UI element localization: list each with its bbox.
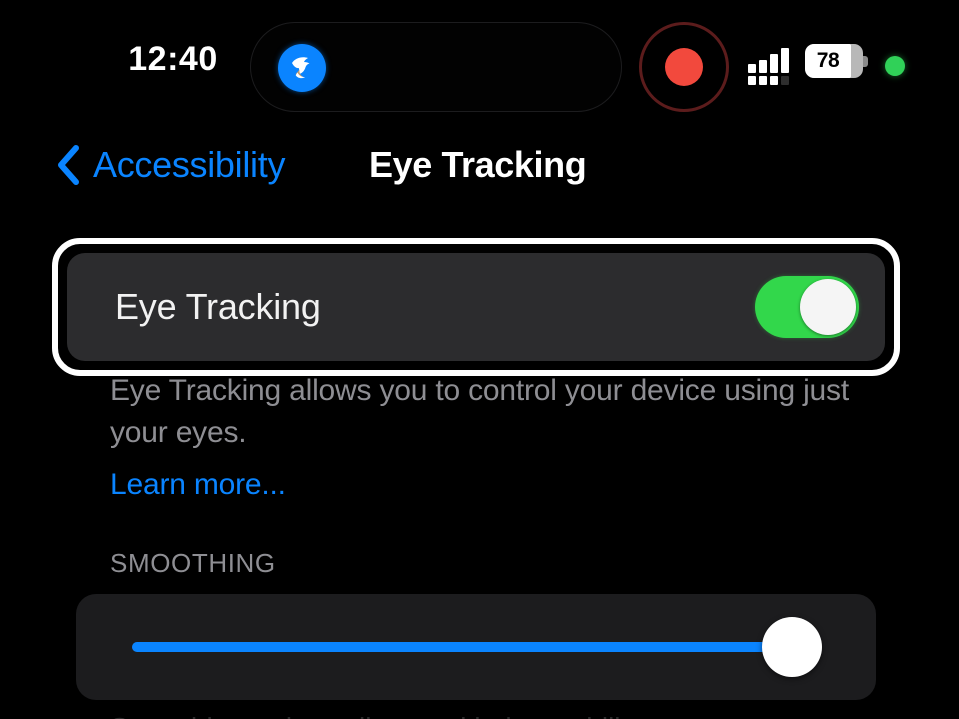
- device-screen: 12:40 78 Accessibility Eye Tracking Eye …: [30, 0, 922, 719]
- battery-percent-label: 78: [816, 49, 840, 72]
- smoothing-description-cutoff: Smoothing reduces jitter and helps stabi…: [110, 708, 870, 719]
- back-button-label: Accessibility: [93, 144, 286, 185]
- back-button[interactable]: Accessibility: [55, 135, 285, 195]
- slider-fill: [132, 642, 787, 652]
- green-camera-privacy-dot-icon: [885, 56, 905, 76]
- navigation-bar: Accessibility Eye Tracking: [30, 135, 922, 207]
- battery-body: 78: [805, 44, 863, 78]
- dolphin-app-icon[interactable]: [278, 44, 326, 92]
- learn-more-link[interactable]: Learn more...: [110, 468, 286, 502]
- slider-thumb[interactable]: [762, 617, 822, 677]
- page-title: Eye Tracking: [369, 144, 587, 185]
- battery-cap-icon: [863, 56, 868, 67]
- eye-tracking-row-label: Eye Tracking: [115, 286, 321, 327]
- eye-tracking-focus-ring: Eye Tracking: [52, 238, 900, 376]
- chevron-left-icon: [55, 143, 81, 187]
- status-bar-clock: 12:40: [128, 40, 218, 78]
- battery-indicator: 78: [805, 44, 868, 78]
- eye-tracking-toggle[interactable]: [755, 276, 859, 338]
- smoothing-section-header: SMOOTHING: [110, 548, 276, 578]
- cellular-signal-bars-icon: [748, 47, 796, 85]
- eye-tracking-row[interactable]: Eye Tracking: [67, 253, 885, 361]
- status-bar: 12:40 78: [30, 0, 922, 130]
- eye-tracking-description: Eye Tracking allows you to control your …: [110, 374, 849, 449]
- record-dot-icon: [665, 48, 703, 86]
- dynamic-island[interactable]: [250, 22, 622, 112]
- toggle-knob: [800, 279, 856, 335]
- smoothing-card: [76, 594, 876, 700]
- screen-recording-indicator[interactable]: [639, 22, 729, 112]
- smoothing-slider[interactable]: [132, 617, 822, 677]
